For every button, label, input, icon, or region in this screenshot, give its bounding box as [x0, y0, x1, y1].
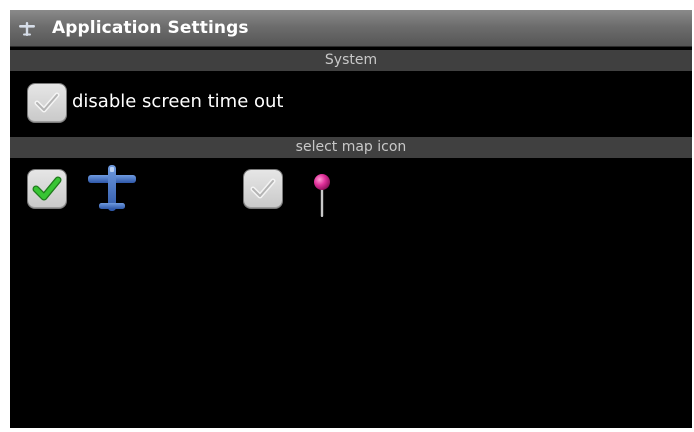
checkmark-icon: [32, 176, 62, 201]
checkmark-icon: [34, 92, 60, 113]
section-header-map-icon: select map icon: [10, 137, 692, 158]
disable-screen-timeout-label: disable screen time out: [72, 91, 284, 112]
page-title: Application Settings: [52, 18, 249, 38]
map-pin-icon[interactable]: [310, 172, 334, 220]
checkmark-icon: [250, 178, 276, 199]
map-icon-pin-checkbox[interactable]: [244, 170, 282, 208]
airplane-icon: [18, 20, 36, 38]
airplane-icon[interactable]: [86, 163, 138, 215]
map-icon-airplane-checkbox[interactable]: [28, 170, 66, 208]
disable-screen-timeout-checkbox[interactable]: [28, 84, 66, 122]
application-settings-screen: Application Settings System disable scre…: [10, 10, 692, 428]
section-header-system: System: [10, 50, 692, 71]
title-bar: Application Settings: [10, 10, 692, 47]
